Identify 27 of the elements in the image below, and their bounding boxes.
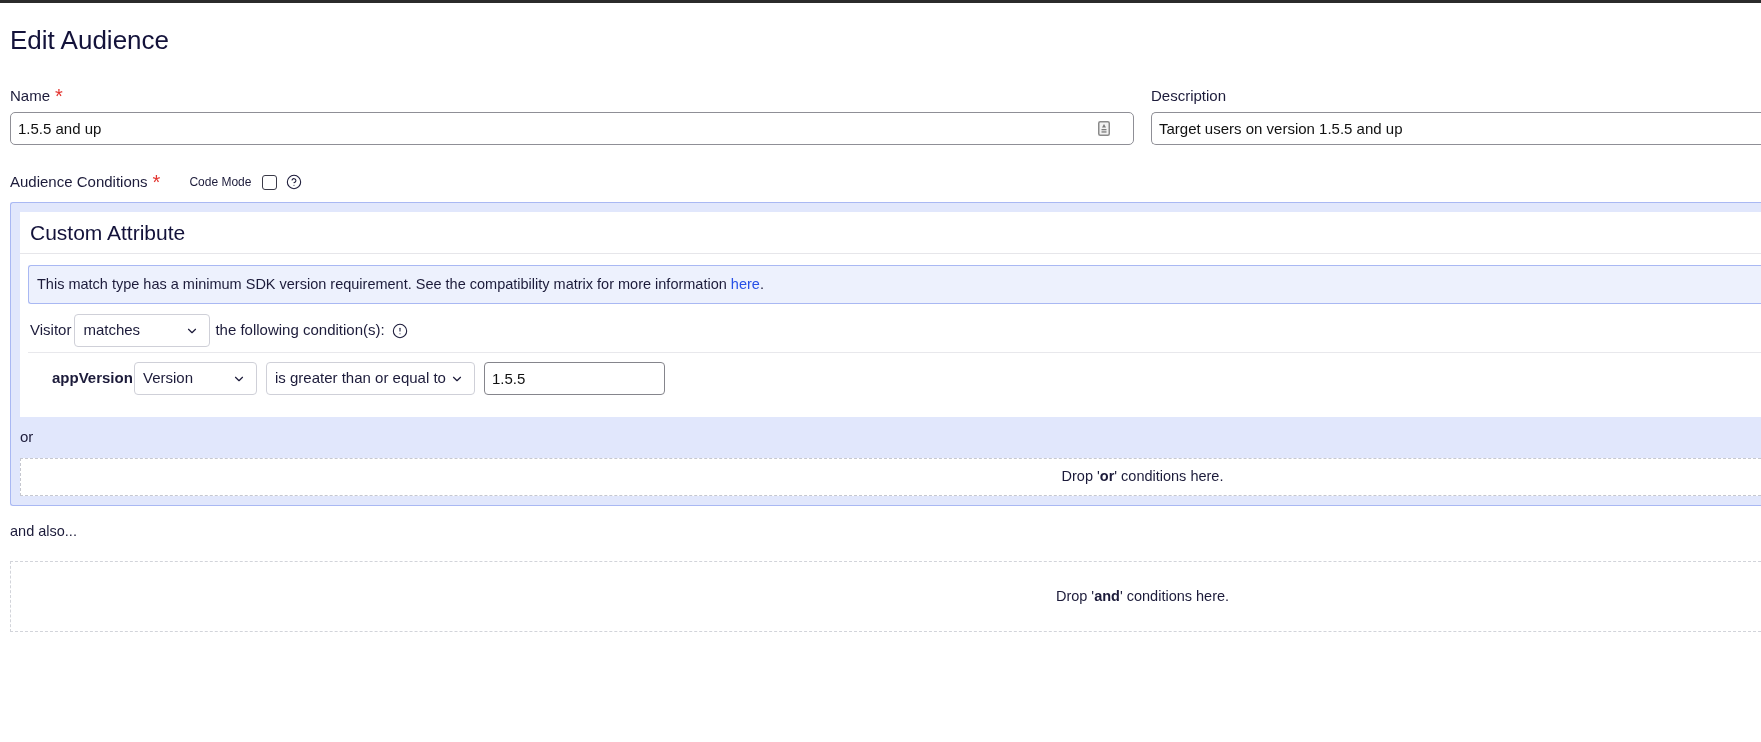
required-mark: * <box>152 172 161 192</box>
help-icon[interactable] <box>286 174 303 190</box>
description-input[interactable]: Target users on version 1.5.5 and up <box>1151 112 1761 145</box>
drop-hint: Drop 'or' conditions here. <box>1061 467 1224 487</box>
and-label: and also... <box>10 522 77 542</box>
field-label: Description <box>1151 86 1227 106</box>
match-select[interactable]: matches <box>74 314 211 347</box>
name-input[interactable]: 1.5.5 and up <box>10 112 1134 145</box>
code-mode-checkbox[interactable] <box>262 174 278 190</box>
attribute-name: appVersion <box>52 368 134 388</box>
field-label: Name <box>10 86 50 106</box>
value-input[interactable]: 1.5.5 <box>484 362 665 395</box>
section-label: Audience Conditions <box>10 172 148 192</box>
page-title: Edit Audience <box>10 24 169 56</box>
required-mark: * <box>55 86 63 106</box>
document-icon <box>1098 121 1110 136</box>
notice-link[interactable]: here <box>730 273 760 296</box>
conditions-text: the following condition(s): <box>215 320 385 341</box>
type-select[interactable]: Version <box>134 362 257 395</box>
notice-banner: This match type has a minimum SDK version requirement. See the compatibility matrix for more information here. <box>28 265 1761 304</box>
info-icon[interactable] <box>391 322 408 339</box>
or-label: or <box>20 427 34 448</box>
operator-select[interactable]: is greater than or equal to <box>266 362 475 395</box>
visitor-label: Visitor <box>30 320 72 341</box>
code-mode-label: Code Mode <box>189 174 252 190</box>
card-title: Custom Attribute <box>30 219 186 246</box>
drop-hint: Drop 'and' conditions here. <box>1055 586 1230 606</box>
